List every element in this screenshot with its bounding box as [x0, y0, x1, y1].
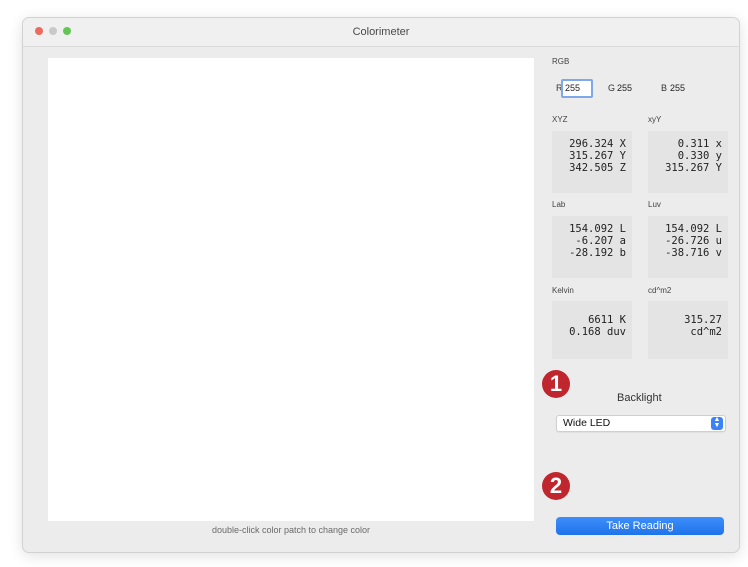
- cdm2-value: 315.27: [684, 314, 722, 326]
- luv-l: 154.092 L: [665, 223, 722, 235]
- r-input[interactable]: 255: [561, 79, 593, 98]
- xyz-z: 342.505 Z: [569, 162, 626, 174]
- cdm2-values: 315.27 cd^m2: [648, 301, 728, 359]
- xyz-values: 296.324 X 315.267 Y 342.505 Z: [552, 131, 632, 193]
- color-patch-hint: double-click color patch to change color: [211, 525, 371, 535]
- g-letter: G: [608, 83, 616, 93]
- chevron-up-down-icon: ▲ ▼: [711, 416, 723, 430]
- kelvin-duv: 0.168 duv: [569, 326, 626, 338]
- xyy-label: xyY: [648, 115, 662, 124]
- window-title: Colorimeter: [352, 26, 410, 38]
- lab-label: Lab: [552, 200, 566, 209]
- luv-label: Luv: [648, 200, 661, 209]
- cdm2-unit: cd^m2: [690, 326, 722, 338]
- lab-a: -6.207 a: [575, 235, 626, 247]
- rgb-label: RGB: [552, 57, 570, 66]
- callout-marker-2: 2: [542, 472, 570, 500]
- color-patch[interactable]: [48, 58, 534, 521]
- take-reading-button[interactable]: Take Reading: [556, 517, 724, 535]
- kelvin-values: 6611 K 0.168 duv: [552, 301, 632, 359]
- lab-b: -28.192 b: [569, 247, 626, 259]
- lab-l: 154.092 L: [569, 223, 626, 235]
- g-input[interactable]: 255: [615, 81, 643, 96]
- cdm2-label: cd^m2: [648, 286, 672, 295]
- xyy-values: 0.311 x 0.330 y 315.267 Y: [648, 131, 728, 193]
- kelvin-k: 6611 K: [588, 314, 626, 326]
- lab-values: 154.092 L -6.207 a -28.192 b: [552, 216, 632, 278]
- rgb-inputs: R 255 G 255 B 255: [556, 79, 726, 98]
- xyy-y: 0.330 y: [677, 150, 722, 162]
- colorimeter-window: Colorimeter double-click color patch to …: [22, 17, 740, 553]
- b-input[interactable]: 255: [668, 81, 696, 96]
- luv-values: 154.092 L -26.726 u -38.716 v: [648, 216, 728, 278]
- xyz-y: 315.267 Y: [569, 150, 626, 162]
- title-bar: Colorimeter: [23, 18, 739, 47]
- backlight-select[interactable]: Wide LED ▲ ▼: [556, 415, 726, 432]
- backlight-label: Backlight: [617, 392, 662, 404]
- xyz-x: 296.324 X: [569, 138, 626, 150]
- b-letter: B: [661, 83, 668, 93]
- luv-u: -26.726 u: [665, 235, 722, 247]
- xyy-x: 0.311 x: [677, 138, 722, 150]
- backlight-selected-value: Wide LED: [563, 417, 611, 429]
- callout-marker-1: 1: [542, 370, 570, 398]
- xyz-label: XYZ: [552, 115, 568, 124]
- kelvin-label: Kelvin: [552, 286, 574, 295]
- luv-v: -38.716 v: [665, 247, 722, 259]
- xyy-big-y: 315.267 Y: [665, 162, 722, 174]
